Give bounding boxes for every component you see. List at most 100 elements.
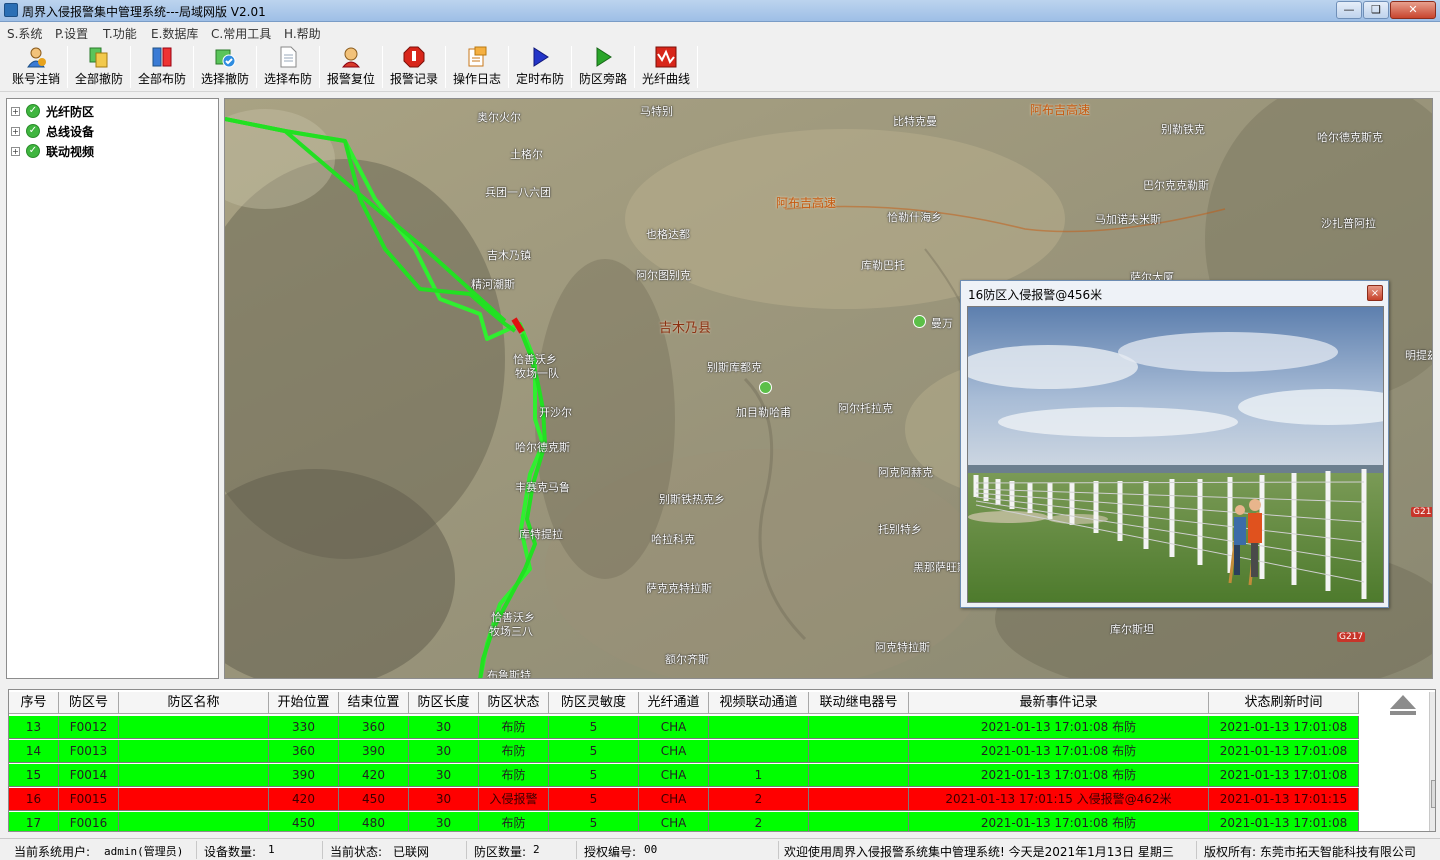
zone-bypass-button[interactable]: 防区旁路 — [577, 44, 629, 90]
column-header[interactable]: 结束位置 — [339, 692, 409, 714]
column-header[interactable]: 开始位置 — [269, 692, 339, 714]
select-disarm-icon — [214, 46, 236, 68]
map-place-label: 别斯铁热克乡 — [659, 493, 725, 506]
table-cell — [809, 764, 909, 787]
table-cell: 2021-01-13 17:01:08 布防 — [909, 812, 1209, 831]
table-cell: 2021-01-13 17:01:08 — [1209, 812, 1359, 831]
vertical-scrollbar[interactable] — [1429, 692, 1435, 831]
expand-icon[interactable]: + — [11, 126, 20, 136]
operation-log-button[interactable]: 操作日志 — [451, 44, 503, 90]
column-header[interactable]: 联动继电器号 — [809, 692, 909, 714]
table-cell — [809, 740, 909, 763]
logout-button[interactable]: 账号注销 — [10, 44, 62, 90]
fiber-curve-button[interactable]: 光纤曲线 — [640, 44, 692, 90]
checkmark-icon: ✓ — [26, 144, 40, 158]
column-header[interactable]: 防区号 — [59, 692, 119, 714]
disarm-all-button[interactable]: 全部撤防 — [73, 44, 125, 90]
minimize-button[interactable]: — — [1336, 1, 1362, 19]
column-header[interactable]: 光纤通道 — [639, 692, 709, 714]
license-number-label: 授权编号: — [584, 845, 637, 859]
timed-arm-button[interactable]: 定时布防 — [514, 44, 566, 90]
arm-all-button[interactable]: 全部布防 — [136, 44, 188, 90]
table-cell: 450 — [339, 788, 409, 811]
map-place-label: 萨克克特拉斯 — [646, 582, 712, 595]
table-cell: CHA — [639, 764, 709, 787]
column-header[interactable]: 防区灵敏度 — [549, 692, 639, 714]
table-cell: 5 — [549, 716, 639, 739]
menu-system[interactable]: S.系统 — [7, 25, 42, 42]
map-place-label: 奥尔火尔 — [477, 111, 521, 124]
operation-log-icon — [466, 46, 488, 68]
table-cell: 2 — [709, 812, 809, 831]
table-cell: F0013 — [59, 740, 119, 763]
zone-bypass-icon — [592, 46, 614, 68]
status-separator — [1196, 841, 1197, 859]
table-cell — [119, 716, 269, 739]
table-cell: 2021-01-13 17:01:08 布防 — [909, 716, 1209, 739]
disarm-all-icon — [88, 46, 110, 68]
map-place-label: 比特克曼 — [893, 115, 937, 128]
table-cell: CHA — [639, 740, 709, 763]
select-arm-button[interactable]: 选择布防 — [262, 44, 314, 90]
camera-snapshot — [967, 306, 1384, 603]
alarm-reset-button[interactable]: 报警复位 — [325, 44, 377, 90]
poi-marker-icon[interactable] — [913, 315, 926, 328]
column-header[interactable]: 序号 — [9, 692, 59, 714]
table-cell: 入侵报警 — [479, 788, 549, 811]
map-place-label: 土格尔 — [510, 148, 543, 161]
map-place-label: 布鲁斯特 — [487, 669, 531, 679]
table-cell: 480 — [339, 812, 409, 831]
status-bar: 当前系统用户: admin(管理员) 设备数量: 1 当前状态: 已联网 防区数… — [0, 838, 1440, 860]
menu-functions[interactable]: T.功能 — [103, 25, 137, 42]
column-header[interactable]: 视频联动通道 — [709, 692, 809, 714]
table-cell: 450 — [269, 812, 339, 831]
fence-camera-image — [968, 307, 1383, 602]
column-header[interactable]: 防区长度 — [409, 692, 479, 714]
select-disarm-button[interactable]: 选择撤防 — [199, 44, 251, 90]
map-place-label: 沙扎普阿拉 — [1321, 217, 1376, 230]
table-cell: 5 — [549, 740, 639, 763]
county-label: 吉木乃县 — [659, 321, 712, 336]
map-place-label: 阿尔图别克 — [636, 269, 691, 282]
menu-settings[interactable]: P.设置 — [55, 25, 88, 42]
column-header[interactable]: 状态刷新时间 — [1209, 692, 1359, 714]
column-header[interactable]: 最新事件记录 — [909, 692, 1209, 714]
map-place-label: 阿克阿赫克 — [878, 466, 933, 479]
tree-item-fiber-zones[interactable]: + ✓ 光纤防区 — [11, 102, 94, 120]
map-place-label: 库尔斯坦 — [1110, 623, 1154, 636]
map-place-label: 明提兹 — [1405, 349, 1432, 362]
alarm-record-button[interactable]: 报警记录 — [388, 44, 440, 90]
menu-help[interactable]: H.帮助 — [284, 25, 321, 42]
popup-close-button[interactable]: × — [1367, 285, 1383, 301]
column-header[interactable]: 防区状态 — [479, 692, 549, 714]
menu-tools[interactable]: C.常用工具 — [211, 25, 271, 42]
license-number-value: 00 — [644, 843, 658, 856]
map-place-label: 精河潮斯 — [471, 278, 515, 291]
checkmark-icon: ✓ — [26, 124, 40, 138]
map-place-label: 库特提拉 — [519, 528, 563, 541]
column-header[interactable]: 防区名称 — [119, 692, 269, 714]
close-button[interactable]: ✕ — [1390, 1, 1436, 19]
toolbar-separator — [130, 46, 131, 88]
map-place-label: 阿克特拉斯 — [875, 641, 930, 654]
expand-icon[interactable]: + — [11, 146, 20, 156]
map-place-label: 加目勒哈甫 — [736, 406, 791, 419]
tree-item-bus-devices[interactable]: + ✓ 总线设备 — [11, 122, 94, 140]
map-place-label: 哈尔德克斯克 — [1317, 131, 1383, 144]
tree-item-linked-video[interactable]: + ✓ 联动视频 — [11, 142, 94, 160]
zone-status-table: 序号 防区号 防区名称 开始位置 结束位置 防区长度 防区状态 防区灵敏度 光纤通道 视频联动通道… — [8, 689, 1436, 832]
status-separator — [322, 841, 323, 859]
zone-count-value: 2 — [533, 843, 540, 856]
scroll-up-arrow-icon[interactable] — [1388, 692, 1418, 718]
map-place-label: 巴尔克克勒斯 — [1143, 179, 1209, 192]
scrollbar-thumb[interactable] — [1431, 780, 1435, 808]
alarm-video-popup[interactable]: 16防区入侵报警@456米 × — [960, 280, 1389, 608]
select-arm-icon — [277, 46, 299, 68]
expand-icon[interactable]: + — [11, 106, 20, 116]
table-cell: 2 — [709, 788, 809, 811]
menu-database[interactable]: E.数据库 — [151, 25, 198, 42]
maximize-button[interactable]: ❑ — [1363, 1, 1389, 19]
status-separator — [196, 841, 197, 859]
poi-marker-icon[interactable] — [759, 381, 772, 394]
table-cell: 30 — [409, 716, 479, 739]
